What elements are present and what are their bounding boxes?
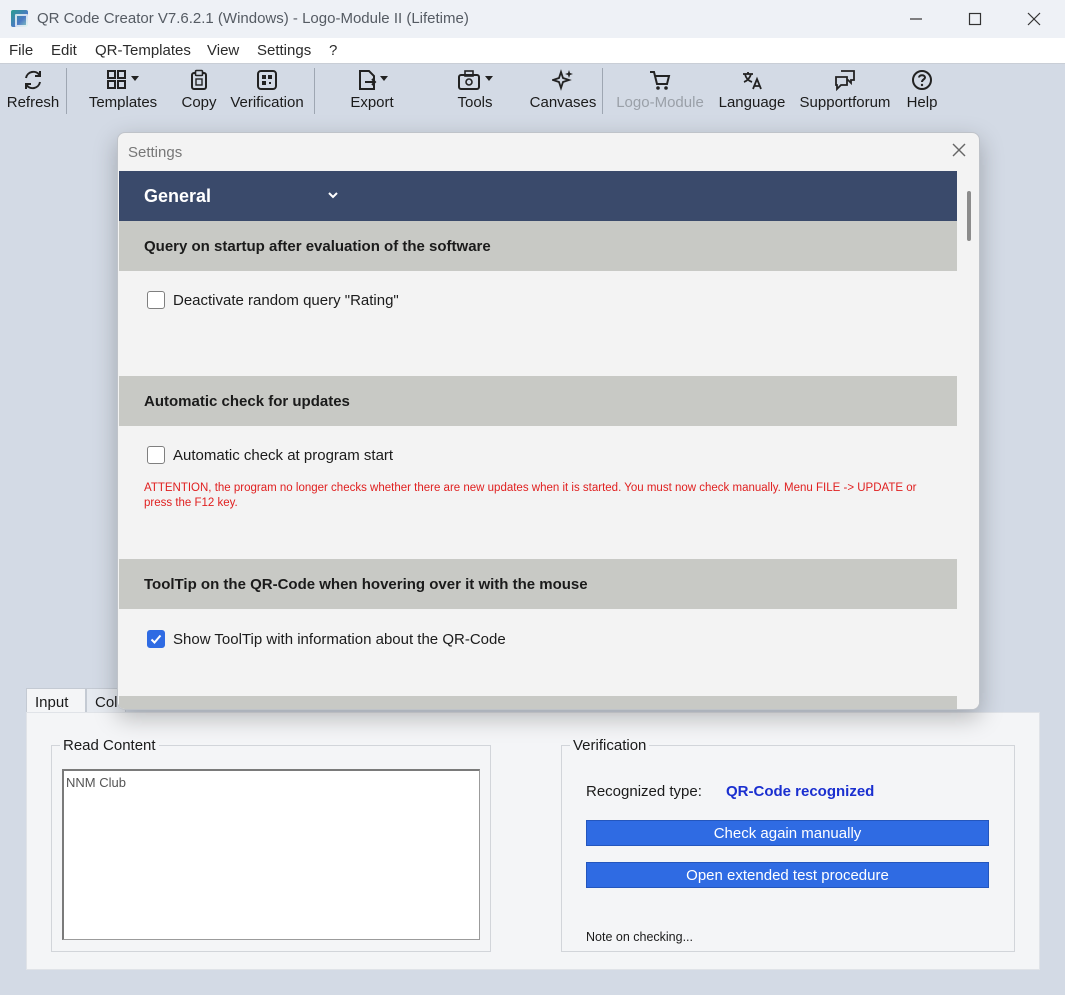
dialog-title: Settings — [128, 144, 183, 161]
checkbox-label: Automatic check at program start — [173, 446, 394, 464]
refresh-button[interactable]: Refresh — [6, 68, 60, 114]
title-bar: QR Code Creator V7.6.2.1 (Windows) - Log… — [0, 0, 1065, 38]
copy-label: Copy — [181, 94, 217, 111]
canvases-button[interactable]: Canvases — [530, 68, 596, 114]
checkbox-row-rating[interactable]: Deactivate random query "Rating" — [147, 291, 399, 309]
menu-qr-templates[interactable]: QR-Templates — [95, 42, 191, 59]
maximize-button[interactable] — [955, 4, 995, 34]
supportforum-label: Supportforum — [799, 94, 891, 111]
recognized-type-value: QR-Code recognized — [726, 783, 875, 800]
verification-group: Verification — [561, 737, 1015, 952]
check-again-button[interactable]: Check again manually — [586, 820, 989, 846]
help-label: Help — [906, 94, 938, 111]
section-header-updates: Automatic check for updates — [119, 376, 957, 426]
menu-bar: File Edit QR-Templates View Settings ? — [0, 38, 1065, 64]
rating-checkbox[interactable] — [147, 291, 165, 309]
section-header-tooltip: ToolTip on the QR-Code when hovering ove… — [119, 559, 957, 609]
app-logo-icon — [11, 10, 28, 27]
settings-scrollbar[interactable] — [957, 171, 979, 709]
toolbar-separator — [66, 68, 67, 114]
checkbox-row-tooltip[interactable]: Show ToolTip with information about the … — [147, 630, 506, 648]
checkbox-label: Show ToolTip with information about the … — [173, 630, 506, 648]
help-button[interactable]: Help — [902, 68, 942, 114]
help-icon — [912, 70, 932, 90]
checkbox-row-updates[interactable]: Automatic check at program start — [147, 446, 393, 464]
general-header[interactable]: General — [119, 171, 957, 221]
verification-label: Verification — [230, 94, 304, 111]
checkbox-label: Deactivate random query "Rating" — [173, 291, 399, 309]
tools-toolbox-icon — [458, 70, 493, 90]
language-label: Language — [718, 94, 786, 111]
close-window-button[interactable] — [1014, 4, 1054, 34]
chevron-down-icon — [327, 187, 339, 205]
section-title: Query on startup after evaluation of the… — [144, 238, 491, 255]
verification-legend: Verification — [570, 737, 650, 754]
window-title: QR Code Creator V7.6.2.1 (Windows) - Log… — [37, 10, 469, 27]
section-title: ToolTip on the QR-Code when hovering ove… — [144, 576, 588, 593]
toolbar-separator — [314, 68, 315, 114]
tooltip-checkbox[interactable] — [147, 630, 165, 648]
templates-button[interactable]: Templates — [86, 68, 160, 114]
tools-label: Tools — [457, 94, 493, 111]
dialog-close-button[interactable] — [948, 139, 970, 161]
section-header-startup: Query on startup after evaluation of the… — [119, 221, 957, 271]
general-title: General — [144, 186, 212, 206]
section-header-next — [119, 696, 957, 709]
checkmark-icon — [150, 634, 162, 644]
close-icon — [952, 143, 966, 157]
sparkle-icon — [552, 69, 573, 91]
close-icon — [1027, 12, 1041, 26]
logo-module-button[interactable]: Logo-Module — [612, 68, 708, 114]
logo-module-label: Logo-Module — [616, 94, 704, 111]
menu-settings[interactable]: Settings — [257, 42, 311, 59]
read-content-textarea[interactable]: NNM Club — [62, 769, 480, 940]
refresh-label: Refresh — [6, 94, 60, 111]
note-on-checking-link[interactable]: Note on checking... — [586, 930, 693, 944]
export-icon — [359, 70, 388, 90]
templates-grid-icon — [107, 70, 139, 89]
toolbar: Refresh Templates Copy Verification Expo… — [0, 64, 1065, 118]
export-button[interactable]: Export — [346, 68, 398, 114]
tools-button[interactable]: Tools — [454, 68, 496, 114]
minimize-button[interactable] — [896, 4, 936, 34]
supportforum-button[interactable]: Supportforum — [796, 68, 894, 114]
read-content-legend: Read Content — [60, 737, 159, 754]
qr-verify-icon — [257, 70, 277, 90]
toolbar-separator — [602, 68, 603, 114]
settings-dialog: Settings General Query on startup after … — [117, 132, 980, 710]
recognized-type-label: Recognized type: — [586, 783, 702, 800]
menu-help[interactable]: ? — [329, 42, 337, 59]
section-title: Automatic check for updates — [144, 393, 350, 410]
chat-bubbles-icon — [835, 70, 855, 91]
maximize-icon — [968, 12, 982, 26]
cart-icon — [650, 71, 671, 90]
scrollbar-thumb[interactable] — [967, 191, 971, 241]
language-button[interactable]: Language — [718, 68, 786, 114]
export-label: Export — [350, 94, 394, 111]
extended-test-button[interactable]: Open extended test procedure — [586, 862, 989, 888]
verification-button[interactable]: Verification — [228, 68, 306, 114]
menu-edit[interactable]: Edit — [51, 42, 77, 59]
minimize-icon — [910, 18, 922, 20]
tab-input[interactable]: Input — [26, 688, 86, 714]
templates-label: Templates — [88, 94, 158, 111]
copy-button[interactable]: Copy — [178, 68, 220, 114]
menu-view[interactable]: View — [207, 42, 239, 59]
translate-icon — [743, 72, 762, 90]
canvases-label: Canvases — [529, 94, 597, 111]
refresh-icon — [25, 70, 41, 90]
update-check-checkbox[interactable] — [147, 446, 165, 464]
update-warning-text: ATTENTION, the program no longer checks … — [144, 482, 917, 509]
settings-content: General Query on startup after evaluatio… — [119, 171, 957, 709]
clipboard-icon — [191, 69, 207, 90]
menu-file[interactable]: File — [9, 42, 33, 59]
